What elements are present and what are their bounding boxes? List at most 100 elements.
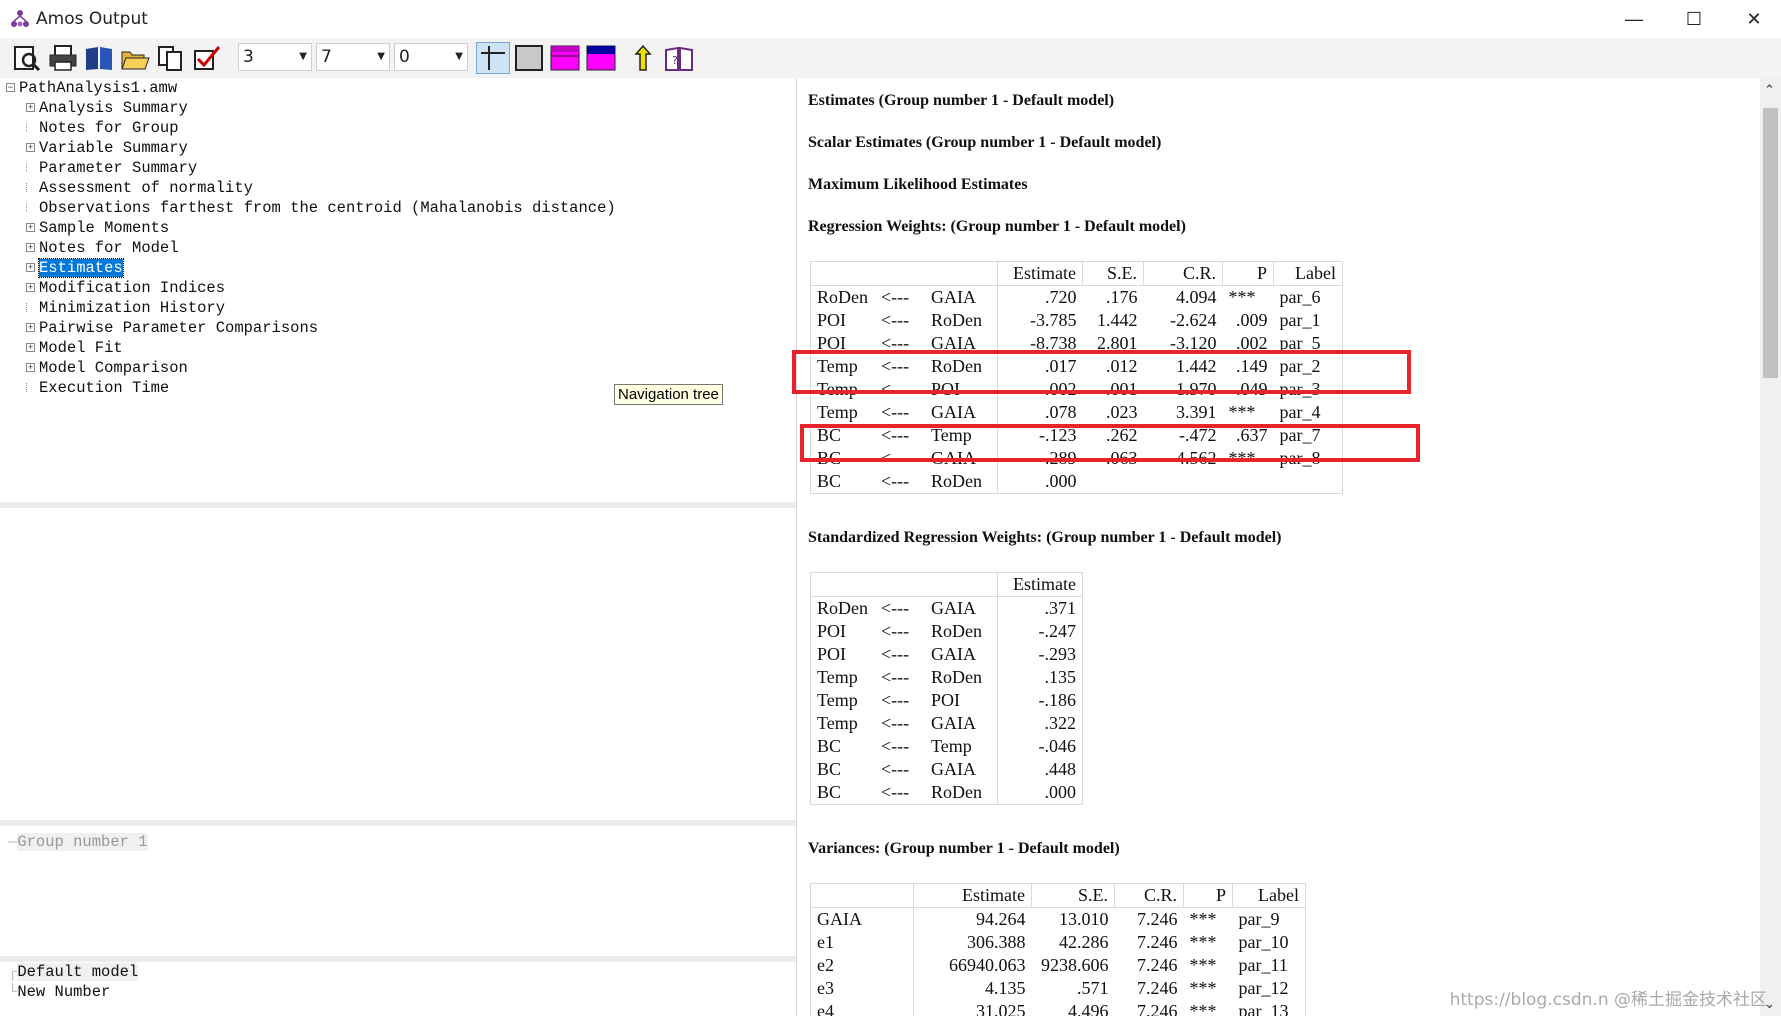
expand-icon[interactable]: + — [26, 243, 35, 253]
help-book-icon: ? — [665, 46, 693, 71]
tree-item[interactable]: Minimization History — [26, 298, 225, 318]
grid-lines-button[interactable] — [476, 42, 510, 74]
tool-button[interactable] — [626, 42, 660, 74]
table-cell: e4 — [810, 1000, 914, 1016]
open-folder-button[interactable] — [118, 42, 152, 74]
grid-gray-button[interactable] — [512, 42, 546, 74]
tree-item[interactable]: Parameter Summary — [26, 158, 197, 178]
column-header: P — [1183, 883, 1233, 908]
column-header: Estimate — [913, 883, 1032, 908]
model-item[interactable]: ┌Default model — [8, 962, 139, 982]
checkmark-icon — [194, 46, 221, 70]
table-row: RoDen <--- GAIA .371 — [810, 596, 1083, 620]
highlight-box — [792, 350, 1411, 394]
maximize-button[interactable]: ☐ — [1664, 0, 1724, 38]
table-cell: RoDen — [810, 596, 875, 620]
table-cell: 94.264 — [976, 909, 1026, 929]
table-cell: 4.135 — [985, 978, 1026, 998]
tree-item[interactable]: + Pairwise Parameter Comparisons — [26, 318, 318, 338]
table-cell: RoDen — [925, 470, 998, 494]
tree-item[interactable]: + Notes for Model — [26, 238, 179, 258]
minimize-button[interactable]: — — [1604, 0, 1664, 38]
expand-icon[interactable]: + — [26, 103, 35, 113]
scroll-up-icon[interactable]: ⌃ — [1764, 82, 1775, 98]
table-cell: RoDen — [925, 309, 998, 332]
table-row: Temp <--- GAIA .078 .023 3.391 *** par_4 — [810, 401, 1343, 424]
table-cell: -3.785 — [1030, 310, 1077, 330]
table-cell: par_10 — [1232, 931, 1306, 954]
expand-icon[interactable]: + — [26, 363, 35, 373]
expand-icon[interactable]: + — [26, 283, 35, 293]
tree-item[interactable]: Notes for Group — [26, 118, 179, 138]
scrollbar-thumb[interactable] — [1763, 108, 1778, 378]
table-cell: <--- — [881, 402, 910, 422]
decimals-select[interactable]: 3 ▼ — [238, 43, 312, 71]
table-cell: GAIA — [810, 907, 914, 931]
table-cell: 42.286 — [1059, 932, 1109, 952]
magenta-blue-table-button[interactable] — [584, 42, 618, 74]
close-button[interactable]: ✕ — [1724, 0, 1781, 38]
expand-icon[interactable]: + — [26, 263, 35, 273]
tree-item-label: Estimates — [38, 258, 124, 278]
groups-pane: —Group number 1 — [0, 826, 796, 956]
model-item[interactable]: └New Number — [8, 982, 110, 1002]
tree-root[interactable]: − PathAnalysis1.amw — [6, 78, 177, 98]
tree-item-label: Assessment of normality — [39, 179, 253, 197]
tree-line-icon — [26, 203, 35, 213]
tree-line-icon — [26, 163, 35, 173]
column-spacing-select[interactable]: 7 ▼ — [316, 43, 390, 71]
copy-button[interactable] — [154, 42, 188, 74]
check-button[interactable] — [190, 42, 224, 74]
print-preview-button[interactable] — [10, 42, 44, 74]
table-cell: <--- — [881, 287, 910, 307]
print-button[interactable] — [46, 42, 80, 74]
table-cell: .023 — [1106, 402, 1138, 422]
tree-item[interactable]: Execution Time — [26, 378, 169, 398]
magenta-table-button[interactable] — [548, 42, 582, 74]
tree-item[interactable]: + Sample Moments — [26, 218, 169, 238]
table-rows-select[interactable]: 0 ▼ — [394, 43, 468, 71]
blank-pane — [0, 508, 796, 820]
tree-item[interactable]: Observations farthest from the centroid … — [26, 198, 616, 218]
close-icon: ✕ — [1746, 8, 1762, 29]
table-row: Temp <--- GAIA .322 — [810, 712, 1083, 735]
table-cell: .448 — [997, 758, 1083, 781]
tree-item[interactable]: Assessment of normality — [26, 178, 253, 198]
vertical-scrollbar[interactable]: ⌃ ⌄ — [1760, 78, 1781, 1016]
expand-icon[interactable]: + — [26, 343, 35, 353]
table-cell: GAIA — [925, 596, 998, 620]
group-item[interactable]: —Group number 1 — [8, 832, 148, 852]
table-cell: RoDen — [925, 781, 998, 805]
output-panel: Estimates (Group number 1 - Default mode… — [800, 78, 1760, 1016]
table-cell: 13.010 — [1059, 909, 1109, 929]
column-header — [925, 261, 998, 286]
tree-item[interactable]: + Estimates — [26, 258, 124, 278]
amos-app-icon — [11, 10, 29, 27]
tree-item[interactable]: + Analysis Summary — [26, 98, 188, 118]
table-row: GAIA 94.264 13.010 7.246 *** par_9 — [810, 907, 1306, 931]
collapse-icon[interactable]: − — [6, 83, 15, 93]
table-cell: RoDen — [810, 285, 875, 309]
expand-icon[interactable]: + — [26, 143, 35, 153]
table-cell — [1273, 470, 1343, 494]
open-folder-icon — [121, 51, 150, 70]
tree-item[interactable]: + Model Comparison — [26, 358, 188, 378]
table-cell: .009 — [1236, 310, 1268, 330]
decimals-value: 3 — [243, 47, 254, 67]
expand-icon[interactable]: + — [26, 223, 35, 233]
table-header-row: Estimate S.E. C.R. P Label — [810, 883, 1306, 908]
help-book-button[interactable]: ? — [662, 42, 696, 74]
book-button[interactable] — [82, 42, 116, 74]
table-cell: 7.246 — [1137, 909, 1178, 929]
table-cell: *** — [1183, 1000, 1233, 1016]
expand-icon[interactable]: + — [26, 323, 35, 333]
chevron-down-icon: ▼ — [377, 51, 385, 62]
table-cell: *** — [1189, 909, 1217, 929]
section-heading: Maximum Likelihood Estimates — [808, 176, 1028, 193]
tree-item[interactable]: + Variable Summary — [26, 138, 188, 158]
watermark: https://blog.csdn.n @稀土掘金技术社区 — [1449, 990, 1767, 1010]
table-row: e4 31.025 4.496 7.246 *** par_13 — [810, 1000, 1306, 1016]
table-cell: *** — [1189, 955, 1217, 975]
tree-item[interactable]: + Modification Indices — [26, 278, 225, 298]
tree-item[interactable]: + Model Fit — [26, 338, 123, 358]
